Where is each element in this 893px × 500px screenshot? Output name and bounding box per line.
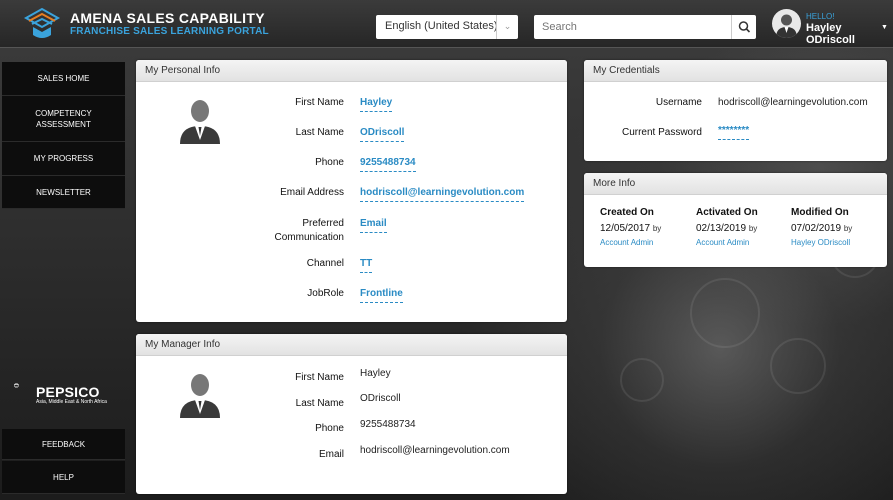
brand-subtitle: FRANCHISE SALES LEARNING PORTAL [70,26,269,37]
modified-by-word: by [843,224,853,233]
search-icon [738,21,751,33]
created-on-date-row: 12/05/2017 by [600,223,661,234]
email-address-value[interactable]: hodriscoll@learningevolution.com [360,186,525,202]
last-name-label: Last Name [295,127,344,138]
graduation-cap-logo-icon [23,7,61,38]
jobrole-label: JobRole [307,288,344,299]
manager-email-label: Email [318,449,344,460]
last-name-value[interactable]: ODriscoll [360,126,405,142]
manager-info-panel: My Manager Info First Name Hayley Last N… [136,334,567,494]
activated-on-date: 02/13/2019 [696,223,747,234]
sidebar-item-help[interactable]: HELP [2,461,125,494]
chevron-down-icon: ⌄ [496,15,518,39]
channel-value[interactable]: TT [360,257,373,273]
phone-value[interactable]: 9255488734 [360,156,416,172]
manager-phone-label: Phone [315,423,344,434]
created-by-link[interactable]: Account Admin [600,238,653,247]
activated-by-word: by [748,224,758,233]
created-by-word: by [652,224,662,233]
credentials-title: My Credentials [584,60,887,82]
credentials-panel: My Credentials Username hodriscoll@learn… [584,60,887,161]
user-menu-name[interactable]: Hayley ODriscoll [806,22,893,46]
manager-email-value: hodriscoll@learningevolution.com [360,445,510,456]
modified-on-heading: Modified On [791,207,849,218]
username-value: hodriscoll@learningevolution.com [718,97,868,108]
sidebar-item-newsletter[interactable]: NEWSLETTER [2,176,125,209]
more-info-panel: More Info Created On 12/05/2017 by Accou… [584,173,887,267]
sidebar-item-feedback[interactable]: FEEDBACK [2,429,125,460]
manager-avatar-icon [180,374,220,418]
personal-info-panel: My Personal Info First Name Hayley Last … [136,60,567,322]
modified-by-link[interactable]: Hayley ODriscoll [791,238,850,247]
jobrole-value[interactable]: Frontline [360,287,403,303]
preferred-communication-label: Preferred Communication [274,218,344,243]
manager-first-name-value: Hayley [360,368,391,379]
activated-on-date-row: 02/13/2019 by [696,223,757,234]
greeting: HELLO! [806,12,835,21]
user-avatar-icon [776,14,797,38]
phone-label: Phone [315,157,344,168]
manager-first-name-label: First Name [295,372,344,383]
email-address-label: Email Address [280,187,344,198]
modified-on-date: 07/02/2019 [791,223,842,234]
user-menu-caret-icon[interactable]: ▼ [881,24,888,31]
modified-on-date-row: 07/02/2019 by [791,223,852,234]
sidebar-item-my-progress[interactable]: MY PROGRESS [2,142,125,176]
created-on-heading: Created On [600,207,654,218]
language-select[interactable]: English (United States) ⌄ [376,15,518,39]
sponsor-region: Asia, Middle East & North Africa [36,399,107,405]
current-password-label: Current Password [621,127,702,138]
top-header: AMENA SALES CAPABILITY FRANCHISE SALES L… [0,0,893,48]
personal-info-title: My Personal Info [136,60,567,82]
sidebar-item-sales-home[interactable]: SALES HOME [2,62,125,96]
person-avatar-icon [180,100,220,144]
search-box [534,15,756,39]
channel-label: Channel [306,258,344,269]
sidebar-item-competency-assessment[interactable]: COMPETENCY ASSESSMENT [2,96,125,142]
manager-last-name-value: ODriscoll [360,393,401,404]
current-password-value[interactable]: ******** [718,124,750,140]
username-label: Username [655,97,702,108]
brand-title: AMENA SALES CAPABILITY [70,10,265,26]
user-avatar[interactable] [772,9,801,38]
manager-info-title: My Manager Info [136,334,567,356]
activated-by-link[interactable]: Account Admin [696,238,749,247]
language-select-value: English (United States) [385,20,498,32]
pepsico-logo-icon [14,383,19,388]
manager-last-name-label: Last Name [295,398,344,409]
preferred-communication-value[interactable]: Email [360,217,387,233]
search-button[interactable] [731,15,756,39]
search-input[interactable] [534,15,730,39]
more-info-title: More Info [584,173,887,195]
first-name-label: First Name [295,97,344,108]
manager-phone-value: 9255488734 [360,419,416,430]
activated-on-heading: Activated On [696,207,758,218]
sponsor-name: PEPSICO [36,384,100,400]
created-on-date: 12/05/2017 [600,223,651,234]
first-name-value[interactable]: Hayley [360,96,393,112]
